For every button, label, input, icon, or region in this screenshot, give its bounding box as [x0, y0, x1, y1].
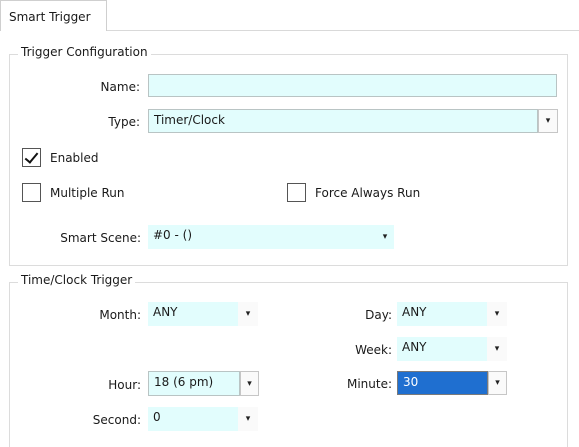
- minute-label: Minute:: [346, 377, 392, 391]
- hour-label: Hour:: [108, 378, 141, 392]
- smart-scene-dropdown-button[interactable]: ▾: [376, 225, 394, 249]
- chevron-down-icon: ▾: [495, 378, 500, 388]
- hour-select[interactable]: 18 (6 pm): [148, 371, 240, 396]
- type-label: Type:: [108, 115, 140, 129]
- tab-smart-trigger[interactable]: Smart Trigger: [0, 0, 107, 31]
- name-input[interactable]: [148, 74, 557, 97]
- month-select[interactable]: ANY: [148, 302, 238, 326]
- time-clock-trigger-legend: Time/Clock Trigger: [18, 273, 136, 287]
- smart-scene-label: Smart Scene:: [60, 231, 141, 245]
- day-label: Day:: [365, 308, 392, 322]
- tab-strip-divider: [107, 30, 579, 31]
- enabled-checkbox[interactable]: [22, 148, 41, 167]
- week-label: Week:: [355, 343, 392, 357]
- week-select[interactable]: ANY: [397, 337, 487, 361]
- chevron-down-icon: ▾: [245, 309, 251, 319]
- name-label: Name:: [100, 80, 140, 94]
- force-always-run-label: Force Always Run: [315, 186, 421, 200]
- chevron-down-icon: ▾: [494, 309, 500, 319]
- chevron-down-icon: ▾: [382, 232, 388, 242]
- month-dropdown-button[interactable]: ▾: [238, 302, 258, 326]
- minute-select[interactable]: 30: [397, 371, 488, 395]
- chevron-down-icon: ▾: [494, 344, 500, 354]
- multiple-run-label: Multiple Run: [50, 186, 125, 200]
- week-dropdown-button[interactable]: ▾: [487, 337, 507, 361]
- smart-scene-select[interactable]: #0 - (): [148, 225, 376, 249]
- second-select[interactable]: 0: [148, 407, 238, 431]
- second-label: Second:: [92, 413, 141, 427]
- chevron-down-icon: ▾: [245, 414, 251, 424]
- hour-dropdown-button[interactable]: ▾: [240, 371, 259, 396]
- type-dropdown-button[interactable]: ▾: [538, 109, 558, 133]
- force-always-run-checkbox[interactable]: [287, 183, 306, 202]
- chevron-down-icon: ▾: [545, 116, 551, 126]
- chevron-down-icon: ▾: [247, 378, 252, 389]
- tab-label: Smart Trigger: [9, 10, 91, 24]
- type-select[interactable]: Timer/Clock: [148, 109, 538, 133]
- second-dropdown-button[interactable]: ▾: [238, 407, 258, 431]
- trigger-configuration-legend: Trigger Configuration: [18, 45, 151, 59]
- month-label: Month:: [99, 308, 141, 322]
- minute-dropdown-button[interactable]: ▾: [488, 371, 507, 395]
- day-dropdown-button[interactable]: ▾: [487, 302, 507, 326]
- multiple-run-checkbox[interactable]: [22, 183, 41, 202]
- day-select[interactable]: ANY: [397, 302, 487, 326]
- enabled-label: Enabled: [50, 151, 99, 165]
